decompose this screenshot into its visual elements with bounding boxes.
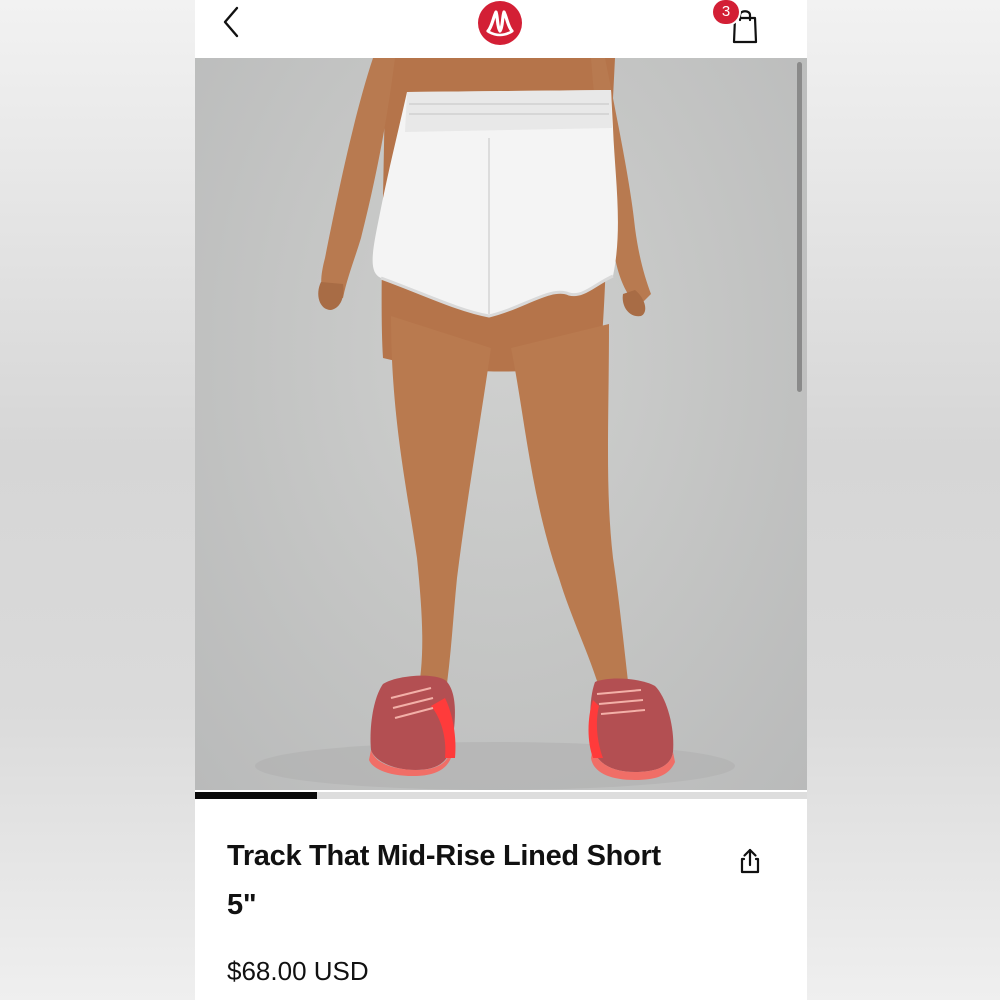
- bag-count-badge: 3: [713, 0, 739, 24]
- chevron-left-icon: [223, 6, 239, 38]
- product-price: $68.00 USD: [227, 956, 369, 986]
- share-button[interactable]: [735, 846, 765, 876]
- share-icon: [740, 848, 760, 874]
- app-screen: 3 Track That Mid-Rise Lined Short 5" $68…: [195, 0, 807, 1000]
- product-title: Track That Mid-Rise Lined Short 5": [227, 840, 661, 921]
- top-navigation-bar: 3: [195, 0, 807, 58]
- product-photo: [255, 58, 735, 790]
- background-left: [0, 0, 195, 1000]
- background-right: [807, 0, 1000, 1000]
- image-scrollbar[interactable]: [797, 62, 802, 392]
- back-button[interactable]: [213, 2, 253, 42]
- lululemon-logo: [478, 1, 522, 45]
- product-image[interactable]: [195, 58, 807, 790]
- gallery-progress-track: [195, 792, 807, 799]
- gallery-progress-indicator: [195, 792, 318, 799]
